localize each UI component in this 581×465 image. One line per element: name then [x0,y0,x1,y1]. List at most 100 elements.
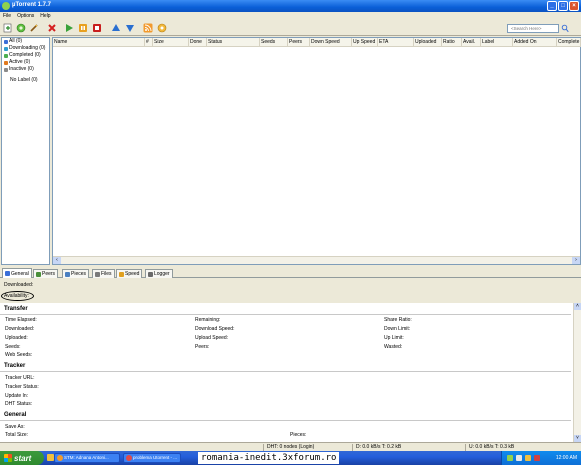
column-peers[interactable]: Peers [288,38,310,47]
tab-general[interactable]: General [2,268,32,278]
pause-icon [79,24,87,32]
scroll-up-icon[interactable]: ˄ [574,303,581,310]
taskbar-item[interactable]: problema Utorrent - ... [123,453,181,463]
column-uploaded[interactable]: Uploaded [414,38,442,47]
tab-label: Peers [42,271,56,277]
peers-icon [36,271,41,277]
sidebar-item-active[interactable]: Active (0) [2,59,49,66]
sidebar-item-no-label[interactable]: No Label (0) [2,77,49,84]
column-avail[interactable]: Avail. [462,38,481,47]
tab-files[interactable]: Files [92,269,115,278]
logger-icon [148,271,153,277]
taskbar-item[interactable]: STM: Adnana Antoni... [54,453,120,463]
all-icon [4,39,8,44]
network-tray-icon[interactable] [516,455,522,461]
down-limit-label: Down Limit: [384,326,411,332]
antivirus-tray-icon[interactable] [534,455,540,461]
add-torrent-button[interactable] [3,23,13,33]
column-status[interactable]: Status [207,38,260,47]
remove-button[interactable] [47,23,57,33]
column-size[interactable]: Size [153,38,189,47]
stop-icon [93,24,101,32]
update-in-label: Update In: [5,393,29,399]
wasted-label: Wasted: [384,344,403,350]
column-down-speed[interactable]: Down Speed [310,38,352,47]
clock: 12:00 AM [555,455,577,461]
time-elapsed-label: Time Elapsed: [5,317,37,323]
menu-help[interactable]: Help [40,12,50,21]
title-bar: µTorrent 1.7.7 _ □ × [0,0,581,12]
column-number[interactable]: # [145,38,153,47]
preferences-button[interactable] [157,23,167,33]
stop-button[interactable] [92,23,102,33]
sidebar-item-label: All (0) [9,38,23,44]
column-added-on[interactable]: Added On [513,38,557,47]
share-ratio-label: Share Ratio: [384,317,412,323]
sidebar-item-inactive[interactable]: Inactive (0) [2,66,49,73]
sidebar-item-all[interactable]: All (0) [2,38,49,45]
tab-pieces[interactable]: Pieces [62,269,90,278]
info-icon [5,271,10,276]
horizontal-scrollbar[interactable]: ‹ › [53,256,580,264]
column-eta[interactable]: ETA [378,38,414,47]
start-button[interactable] [64,23,74,33]
download-icon [4,46,8,51]
scroll-down-icon[interactable]: ˅ [574,435,581,442]
add-url-button[interactable] [16,23,26,33]
seeds-label: Seeds: [5,344,21,350]
close-button[interactable]: × [569,1,579,11]
column-complete[interactable]: Complete [557,38,581,47]
downloaded-label: Downloaded: [4,282,34,288]
tracker-status-label: Tracker Status: [5,384,39,390]
create-torrent-icon [30,24,38,32]
torrent-list[interactable]: Name # Size Done Status Seeds Peers Down… [52,37,581,265]
utorrent-tray-icon[interactable] [507,455,513,461]
column-up-speed[interactable]: Up Speed [352,38,378,47]
upload-speed-label: Upload Speed: [195,335,229,341]
download-status: D: 0.0 kB/s T: 0.2 kB [352,444,401,451]
scroll-right-icon[interactable]: › [572,257,580,264]
column-done[interactable]: Done [189,38,207,47]
pause-button[interactable] [78,23,88,33]
tab-peers[interactable]: Peers [33,269,59,278]
tab-label: Logger [154,271,170,277]
system-tray: 12:00 AM [501,451,581,465]
search-icon[interactable] [561,24,569,33]
remaining-label: Remaining: [195,317,221,323]
total-size-label: Total Size: [5,432,29,438]
minimize-button[interactable]: _ [547,1,557,11]
search-input[interactable] [507,24,559,33]
sidebar-item-downloading[interactable]: Downloading (0) [2,45,49,52]
tray-icon[interactable] [525,455,531,461]
tab-speed[interactable]: Speed [116,269,143,278]
create-torrent-button[interactable] [29,23,39,33]
move-down-icon [126,25,134,32]
pieces-icon [65,271,70,277]
column-seeds[interactable]: Seeds [260,38,288,47]
start-button[interactable]: start [0,451,44,465]
browser-icon [126,455,132,461]
scroll-left-icon[interactable]: ‹ [53,257,61,264]
rss-button[interactable] [143,23,153,33]
column-label[interactable]: Label [481,38,513,47]
column-ratio[interactable]: Ratio [442,38,462,47]
move-up-button[interactable] [111,23,121,33]
menu-options[interactable]: Options [17,12,34,21]
menu-bar: File Options Help [0,12,581,21]
speed-icon [119,271,124,277]
move-down-button[interactable] [125,23,135,33]
firefox-icon [57,455,63,461]
sidebar-item-completed[interactable]: Completed (0) [2,52,49,59]
vertical-scrollbar[interactable]: ˄ ˅ [573,303,581,442]
tracker-url-label: Tracker URL: [5,375,35,381]
window-controls: _ □ × [547,1,579,11]
column-name[interactable]: Name [53,38,145,47]
maximize-button[interactable]: □ [558,1,568,11]
quick-launch-icon[interactable] [47,454,54,461]
add-torrent-icon [3,23,12,33]
menu-file[interactable]: File [3,12,11,21]
preferences-icon [157,23,167,33]
progress-area: Downloaded: Availability: [0,279,581,303]
task-label: STM: Adnana Antoni... [64,455,109,460]
tab-logger[interactable]: Logger [145,269,173,278]
